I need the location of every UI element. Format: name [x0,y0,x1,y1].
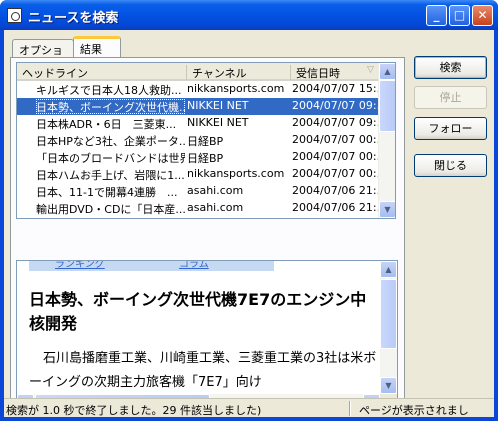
search-news-window: ニュースを検索 _ □ ✕ オプション 結果 ヘッドライン チャンネル 受信日時… [0,0,498,421]
column-headline[interactable]: ヘッドライン [17,65,187,80]
list-item[interactable]: 輸出用DVD・CDに「日本産... asahi.com 2004/07/06 21:… [17,200,380,217]
item-headline: 日本ハムお手上げ、岩隈に1... [36,169,185,182]
scroll-thumb[interactable] [380,279,397,349]
item-date: 2004/07/07 00:... [292,133,380,146]
window-client: オプション 結果 ヘッドライン チャンネル 受信日時 ▽ キルギスで日本人18人… [4,30,494,417]
list-item[interactable]: 日本ハムお手上げ、岩隈に1... nikkansports.com 2004/07/… [17,166,380,183]
status-search-result: 検索が 1.0 秒で終了しました。29 件該当しました) [6,404,262,417]
scroll-up-icon[interactable]: ▲ [379,63,395,80]
scroll-down-icon[interactable]: ▼ [379,201,395,218]
item-channel: 日経BP [187,152,224,165]
item-channel: 日経BP [187,135,224,148]
scroll-up-icon[interactable]: ▲ [380,261,397,278]
list-item[interactable]: 日本HPなど3社、企業ポータ... 日経BP 2004/07/07 00:... [17,132,380,149]
item-headline: 輸出用DVD・CDに「日本産... [36,203,185,216]
search-button[interactable]: 検索 [414,56,487,79]
list-vertical-scrollbar[interactable]: ▲ ▼ [378,63,395,218]
close-button[interactable]: 閉じる [414,154,487,177]
item-date: 2004/07/07 00:... [292,150,380,163]
nav-link-column[interactable]: コラム [179,261,209,270]
window-title: ニュースを検索 [28,11,119,26]
item-date: 2004/07/07 09:... [292,99,380,112]
list-item[interactable]: キルギスで日本人18人救助... nikkansports.com 2004/07/… [17,81,380,98]
item-channel: NIKKEI NET [187,116,249,129]
app-icon[interactable] [7,8,22,23]
item-channel: asahi.com [187,201,244,214]
item-channel: asahi.com [187,184,244,197]
results-panel: ヘッドライン チャンネル 受信日時 ▽ キルギスで日本人18人救助... nikk… [10,57,405,414]
nav-link-ranking[interactable]: ランキング [55,261,105,270]
item-channel: nikkansports.com [187,167,285,180]
item-headline: 日本株ADR・6日 三菱東... [36,118,177,131]
item-date: 2004/07/07 09:... [292,116,380,129]
list-item[interactable]: 日本株ADR・6日 三菱東... NIKKEI NET 2004/07/07 09:… [17,115,380,132]
status-divider [349,401,351,416]
list-header: ヘッドライン チャンネル 受信日時 ▽ [17,63,379,81]
minimize-icon[interactable]: _ [426,5,447,26]
item-headline: 日本勢、ボーイング次世代機... [36,99,185,114]
item-date: 2004/07/07 15:... [292,82,380,95]
item-headline: 「日本のブロードバンドは世界... [36,152,185,165]
item-date: 2004/07/06 21:... [292,184,380,197]
scroll-down-icon[interactable]: ▼ [380,377,397,394]
title-bar[interactable]: ニュースを検索 _ □ ✕ [0,0,498,30]
scroll-thumb[interactable] [379,80,395,132]
maximize-icon[interactable]: □ [449,5,470,26]
item-channel: nikkansports.com [187,82,285,95]
follow-button[interactable]: フォロー [414,117,487,140]
status-bar: 検索が 1.0 秒で終了しました。29 件該当しました) ページが表示されまし [4,398,494,417]
item-date: 2004/07/07 00:... [292,167,380,180]
results-list[interactable]: ヘッドライン チャンネル 受信日時 ▽ キルギスで日本人18人救助... nikk… [16,62,396,219]
list-item-selected[interactable]: 日本勢、ボーイング次世代機... NIKKEI NET 2004/07/07 09:… [17,98,380,115]
tab-options[interactable]: オプション [12,39,74,73]
article-headline: 日本勢、ボーイング次世代機7E7のエンジン中核開発 [29,290,367,333]
preview-nav-strip: ランキング コラム [29,261,274,271]
list-item[interactable]: 「日本のブロードバンドは世界... 日経BP 2004/07/07 00:... [17,149,380,166]
column-date[interactable]: 受信日時 [291,65,379,80]
article-body: 石川島播磨重工業、川崎重工業、三菱重工業の3社は米ボーイングの次期主力旅客機「7… [29,351,377,390]
status-page-state: ページが表示されまし [359,404,469,417]
item-channel: NIKKEI NET [187,99,249,112]
column-channel[interactable]: チャンネル [187,65,291,80]
article-preview[interactable]: ランキング コラム 日本勢、ボーイング次世代機7E7のエンジン中核開発 石川島播… [16,260,398,412]
close-icon[interactable]: ✕ [472,5,493,26]
stop-button[interactable]: 停止 [414,86,487,109]
list-item[interactable]: 日本、11-1で開幕4連勝 ... asahi.com 2004/07/06 21:… [17,183,380,200]
sort-descending-icon: ▽ [367,65,374,75]
item-headline: キルギスで日本人18人救助... [36,84,182,97]
tab-results[interactable]: 結果 [73,36,121,59]
preview-vertical-scrollbar[interactable]: ▲ ▼ [380,261,397,394]
item-date: 2004/07/06 21:... [292,201,380,214]
list-rows: キルギスで日本人18人救助... nikkansports.com 2004/07/… [17,81,380,217]
item-headline: 日本、11-1で開幕4連勝 ... [36,186,178,199]
item-headline: 日本HPなど3社、企業ポータ... [36,135,185,148]
